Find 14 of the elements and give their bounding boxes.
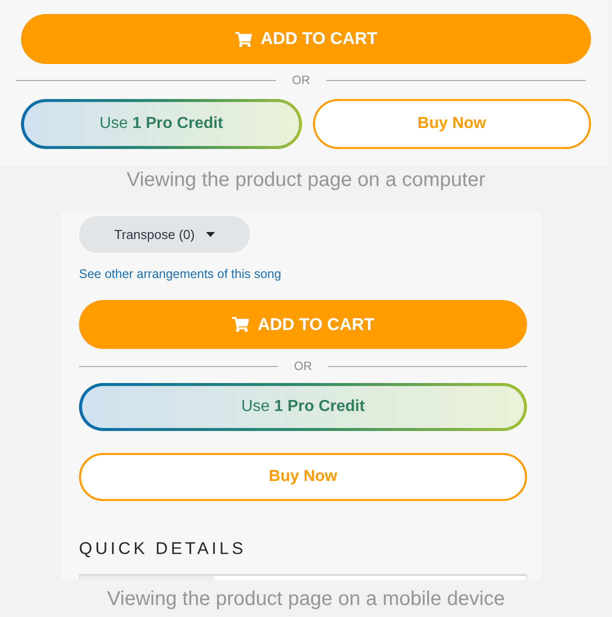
caption-text: Viewing the product page on a computer bbox=[126, 168, 486, 193]
buy-now-button[interactable]: Buy Now bbox=[79, 453, 527, 501]
add-to-cart-button[interactable]: ADD TO CART bbox=[79, 300, 527, 349]
section-title: QUICK DETAILS bbox=[79, 539, 246, 559]
caption-text: Viewing the product page on a mobile device bbox=[107, 587, 505, 612]
cart-icon bbox=[232, 317, 249, 332]
divider-label: OR bbox=[293, 359, 313, 373]
add-to-cart-button[interactable]: ADD TO CART bbox=[21, 14, 591, 64]
divider-label: OR bbox=[291, 73, 311, 87]
transpose-dropdown[interactable]: Transpose (0) bbox=[79, 216, 250, 253]
caret-icon bbox=[206, 232, 215, 237]
buy-now-button[interactable]: Buy Now bbox=[312, 99, 591, 149]
cart-icon bbox=[234, 32, 252, 46]
arrangements-link[interactable]: See other arrangements of this song bbox=[79, 267, 282, 282]
